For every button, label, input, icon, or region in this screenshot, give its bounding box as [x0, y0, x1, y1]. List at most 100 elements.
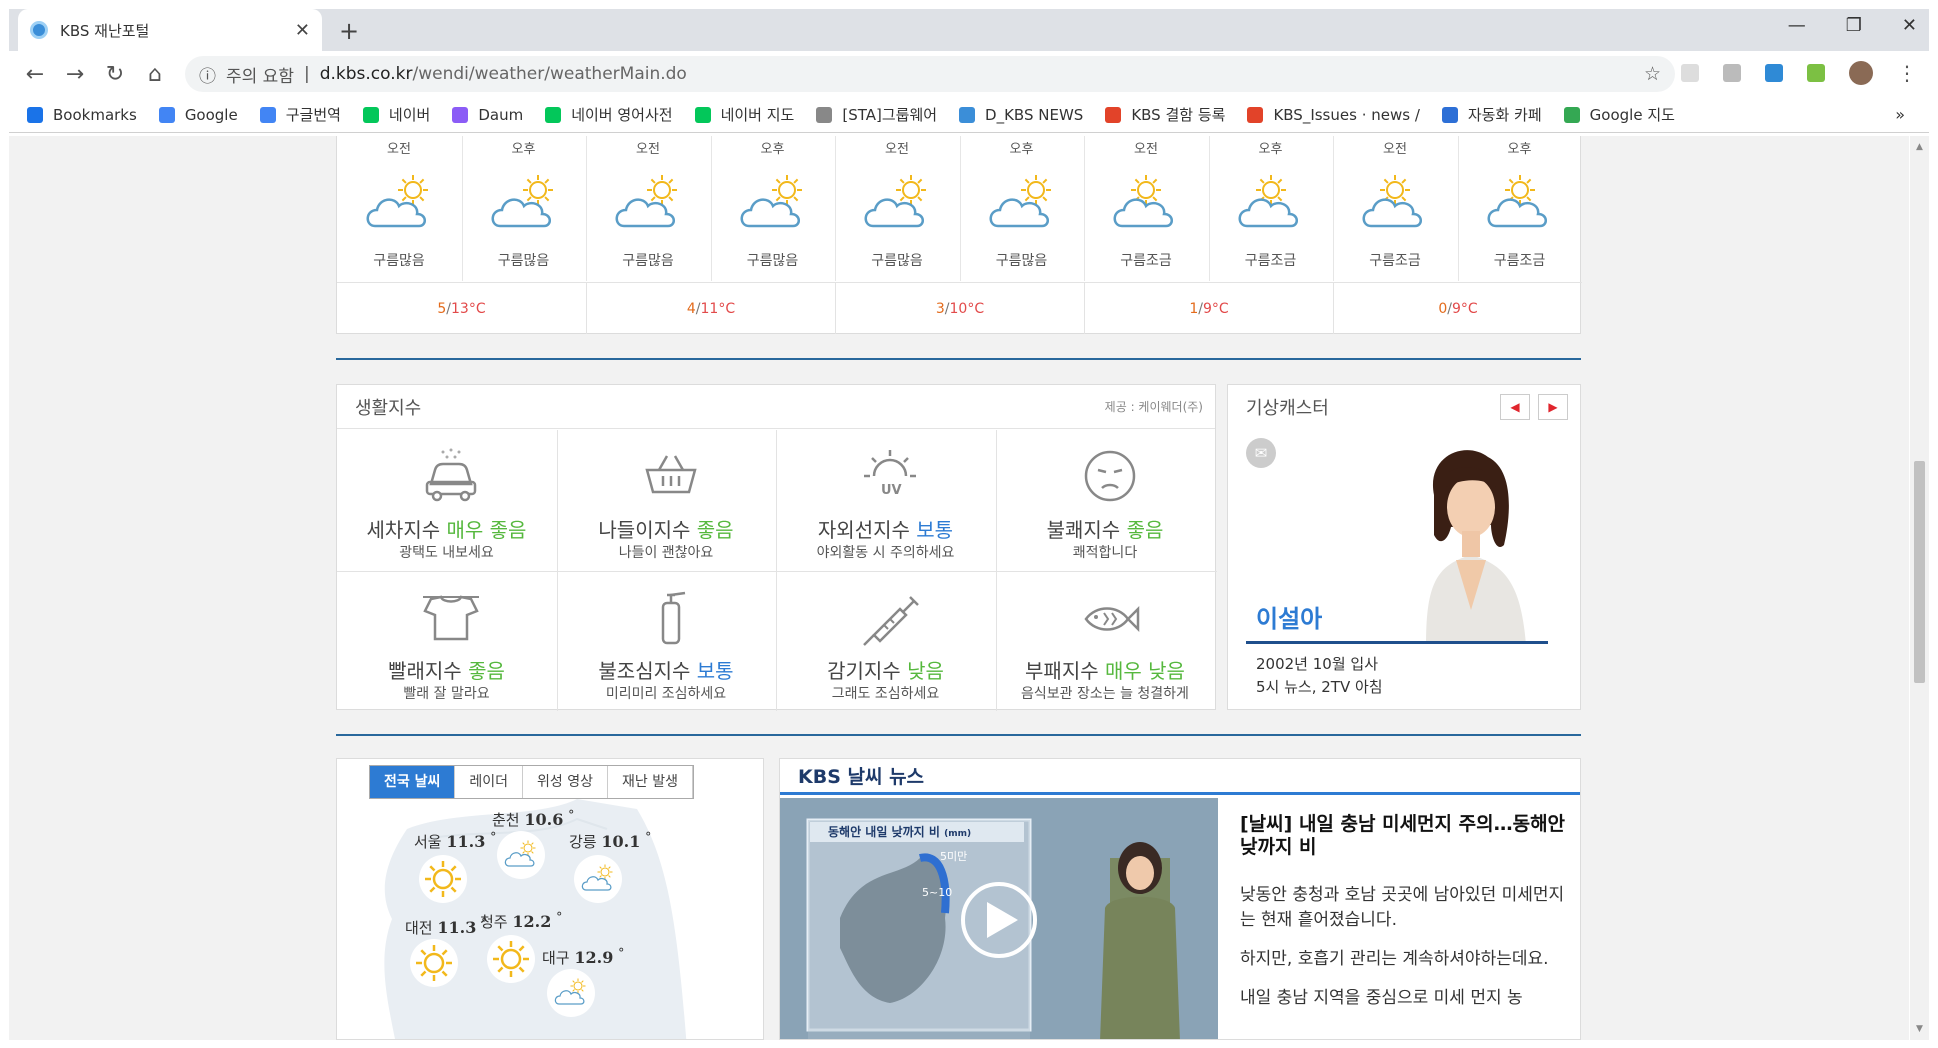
city-temperature: 11.3	[446, 832, 486, 851]
partly-cloudy-icon	[1487, 175, 1547, 228]
extension-icon[interactable]	[1681, 64, 1699, 82]
index-tip: 쾌적합니다	[1072, 545, 1138, 561]
vertical-scrollbar[interactable]: ▲ ▼	[1910, 136, 1929, 1040]
life-index-name: 불쾌지수 좋음	[996, 514, 1215, 543]
profile-avatar[interactable]	[1849, 61, 1873, 85]
temp-low: 4	[686, 300, 696, 317]
bookmark-label: KBS_Issues · news /	[1273, 105, 1420, 124]
map-tab[interactable]: 위성 영상	[523, 766, 609, 798]
partly-cloudy-icon	[547, 969, 595, 1017]
url-path: /wendi/weather/weatherMain.do	[412, 64, 687, 84]
back-icon[interactable]: ←	[15, 62, 55, 87]
bookmark-item[interactable]: [STA]그룹웨어	[816, 104, 937, 125]
map-tab[interactable]: 재난 발생	[608, 766, 694, 798]
forecast-description: 구름조금	[1244, 253, 1297, 269]
scroll-down-icon[interactable]: ▼	[1916, 1024, 1923, 1034]
bookmark-item[interactable]: D_KBS NEWS	[959, 106, 1083, 124]
city-temperature: 12.9	[574, 948, 614, 967]
browser-menu-icon[interactable]: ⋮	[1897, 61, 1917, 85]
map-tabs: 전국 날씨 레이더 위성 영상 재난 발생	[369, 765, 695, 799]
extension-icon[interactable]	[1807, 64, 1825, 82]
scrollbar-thumb[interactable]	[1914, 461, 1925, 683]
bookmark-item[interactable]: 네이버	[362, 104, 430, 125]
mostly-cloudy-icon	[615, 175, 677, 228]
life-index-item[interactable]: UV 자외선지수 보통 야외활동 시 주의하세요	[776, 430, 995, 570]
forecast-period: 오후 구름많음	[462, 136, 586, 281]
sunny-icon	[410, 939, 458, 987]
forecast-description: 구름많음	[871, 253, 923, 269]
bookmark-item[interactable]: Google	[158, 106, 238, 124]
bookmark-item[interactable]: Bookmarks	[27, 106, 137, 124]
page-content: 오전 구름많음 오후 구름많음 오전 구름많음 오후 구름많음 오전 구름많음 오후 구름많음 오전 구름…	[9, 136, 1909, 1040]
city-temp: 대전 11.3 °	[405, 915, 487, 938]
city-temperature: 12.2	[512, 912, 552, 931]
bookmark-star-icon[interactable]: ☆	[1644, 63, 1661, 85]
bookmark-favicon-icon	[959, 106, 976, 123]
map-tab[interactable]: 전국 날씨	[370, 766, 456, 798]
mail-icon[interactable]: ✉	[1246, 438, 1276, 468]
temp-high: 10°C	[949, 300, 985, 317]
forecast-panel: 오전 구름많음 오후 구름많음 오전 구름많음 오후 구름많음 오전 구름많음 오후 구름많음 오전 구름…	[336, 136, 1582, 334]
life-index-item[interactable]: 불쾌지수 좋음쾌적합니다	[996, 430, 1215, 570]
map-tab[interactable]: 레이더	[455, 766, 524, 798]
bookmark-item[interactable]: 자동화 카페	[1441, 104, 1542, 125]
bookmark-label: D_KBS NEWS	[985, 105, 1084, 124]
restore-icon[interactable]: ❐	[1846, 15, 1862, 36]
life-index-item[interactable]: 세차지수 매우 좋음 광택도 내보세요	[337, 430, 556, 570]
close-window-icon[interactable]: ✕	[1902, 15, 1917, 36]
bookmark-item[interactable]: KBS_Issues · news /	[1247, 105, 1420, 124]
extension-icon[interactable]	[1723, 64, 1741, 82]
window-controls: — ❐ ✕	[1788, 15, 1917, 36]
bookmark-item[interactable]: 구글번역	[259, 104, 341, 125]
bookmarks-more-icon[interactable]: »	[1895, 105, 1905, 124]
life-index-name: 불조심지수 보통	[557, 655, 776, 684]
extension-icon[interactable]	[1765, 64, 1783, 82]
bookmark-item[interactable]: KBS 결함 등록	[1105, 104, 1225, 125]
bookmark-favicon-icon	[1563, 106, 1580, 123]
video-caption: 동해안 내일 낮까지 비 (mm)	[810, 822, 1024, 842]
reload-icon[interactable]: ↻	[95, 62, 135, 87]
index-level: 좋음	[468, 659, 505, 683]
bookmark-favicon-icon	[259, 106, 276, 123]
forward-icon[interactable]: →	[55, 62, 95, 87]
forecast-ampm: 오후	[760, 142, 785, 157]
bookmark-item[interactable]: 네이버 영어사전	[545, 104, 673, 125]
bookmark-item[interactable]: Daum	[452, 106, 523, 124]
browser-tab[interactable]: KBS 재난포털 ✕	[18, 9, 322, 51]
url-host: d.kbs.co.kr	[319, 64, 413, 84]
bookmark-item[interactable]: 네이버 지도	[694, 104, 794, 125]
news-video[interactable]: 동해안 내일 낮까지 비 (mm) 5미만 5~10	[780, 798, 1218, 1039]
kbs-favicon-icon	[30, 21, 48, 39]
home-icon[interactable]: ⌂	[135, 62, 175, 87]
address-bar[interactable]: ⓘ 주의 요함 | d.kbs.co.kr /wendi/weather/wea…	[185, 56, 1675, 92]
bookmark-label: Daum	[478, 105, 524, 124]
partly-cloudy-icon	[497, 831, 545, 879]
column-divider	[959, 136, 961, 281]
laundry-shirt-icon	[423, 595, 479, 641]
mostly-cloudy-icon	[864, 175, 926, 228]
life-index-item[interactable]: 불조심지수 보통 미리미리 조심하세요	[557, 571, 776, 711]
life-index-item[interactable]: 나들이지수 좋음 나들이 괜찮아요	[557, 430, 776, 570]
index-name: 부패지수	[1025, 659, 1099, 683]
forecast-temp: 4/11°C	[586, 282, 835, 334]
life-index-item[interactable]: 부패지수 매우 낮음 음식보관 장소는 늘 청결하게	[996, 571, 1215, 711]
life-index-item[interactable]: 빨래지수 좋음 빨래 잘 말라요	[337, 571, 556, 711]
index-tip: 빨래 잘 말라요	[403, 686, 490, 702]
life-index-item[interactable]: 감기지수 낮음 그래도 조심하세요	[776, 571, 995, 711]
life-index-header: 생활지수 제공 : 케이웨더(주)	[337, 385, 1215, 429]
close-tab-icon[interactable]: ✕	[295, 20, 310, 41]
minimize-icon[interactable]: —	[1788, 15, 1806, 36]
new-tab-icon[interactable]: +	[339, 17, 359, 45]
scroll-up-icon[interactable]: ▲	[1916, 142, 1923, 152]
next-caster-button[interactable]: ▶	[1538, 394, 1568, 420]
national-weather-panel: 전국 날씨 레이더 위성 영상 재난 발생 춘천 10.6 ° 서울 11.3 ° 강릉 …	[336, 758, 764, 1040]
forecast-description: 구름조금	[1120, 253, 1172, 269]
info-icon[interactable]: ⓘ	[199, 62, 216, 87]
city-temp: 청주 12.2 °	[480, 909, 562, 932]
fish-icon	[1083, 605, 1139, 633]
prev-caster-button[interactable]: ◀	[1500, 394, 1530, 420]
life-index-name: 감기지수 낮음	[776, 655, 995, 684]
bookmark-item[interactable]: Google 지도	[1563, 104, 1675, 125]
news-headline[interactable]: [날씨] 내일 충남 미세먼지 주의…동해안 낮까지 비	[1240, 813, 1570, 859]
bookmark-favicon-icon	[816, 106, 833, 123]
